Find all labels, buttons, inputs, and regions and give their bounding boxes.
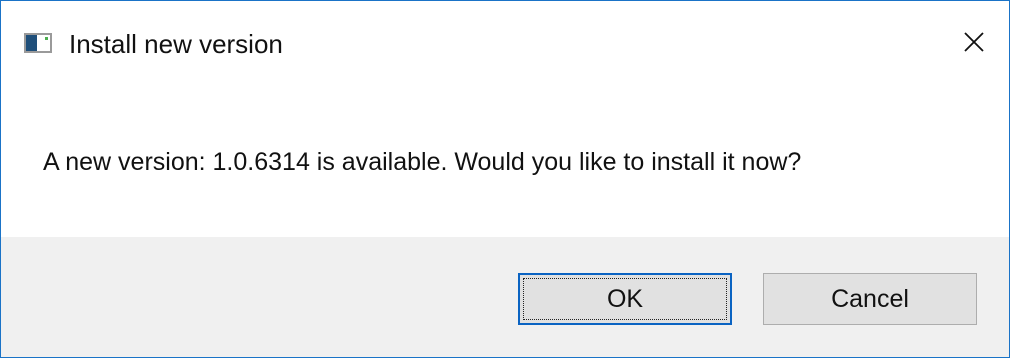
dialog-title: Install new version: [69, 29, 283, 59]
ok-button-label: OK: [606, 284, 644, 313]
application-window-icon: [24, 33, 52, 53]
title-bar[interactable]: Install new version: [1, 1, 1009, 83]
dialog-content: A new version: 1.0.6314 is available. Wo…: [1, 83, 1009, 237]
dialog-message: A new version: 1.0.6314 is available. Wo…: [43, 148, 802, 176]
install-dialog: Install new version A new version: 1.0.6…: [0, 0, 1010, 358]
close-icon: [964, 32, 984, 52]
cancel-button[interactable]: Cancel: [763, 273, 977, 325]
dialog-button-area: OK Cancel: [1, 237, 1009, 357]
close-button[interactable]: [939, 1, 1009, 83]
cancel-button-label: Cancel: [831, 284, 909, 313]
ok-button[interactable]: OK: [518, 273, 732, 325]
